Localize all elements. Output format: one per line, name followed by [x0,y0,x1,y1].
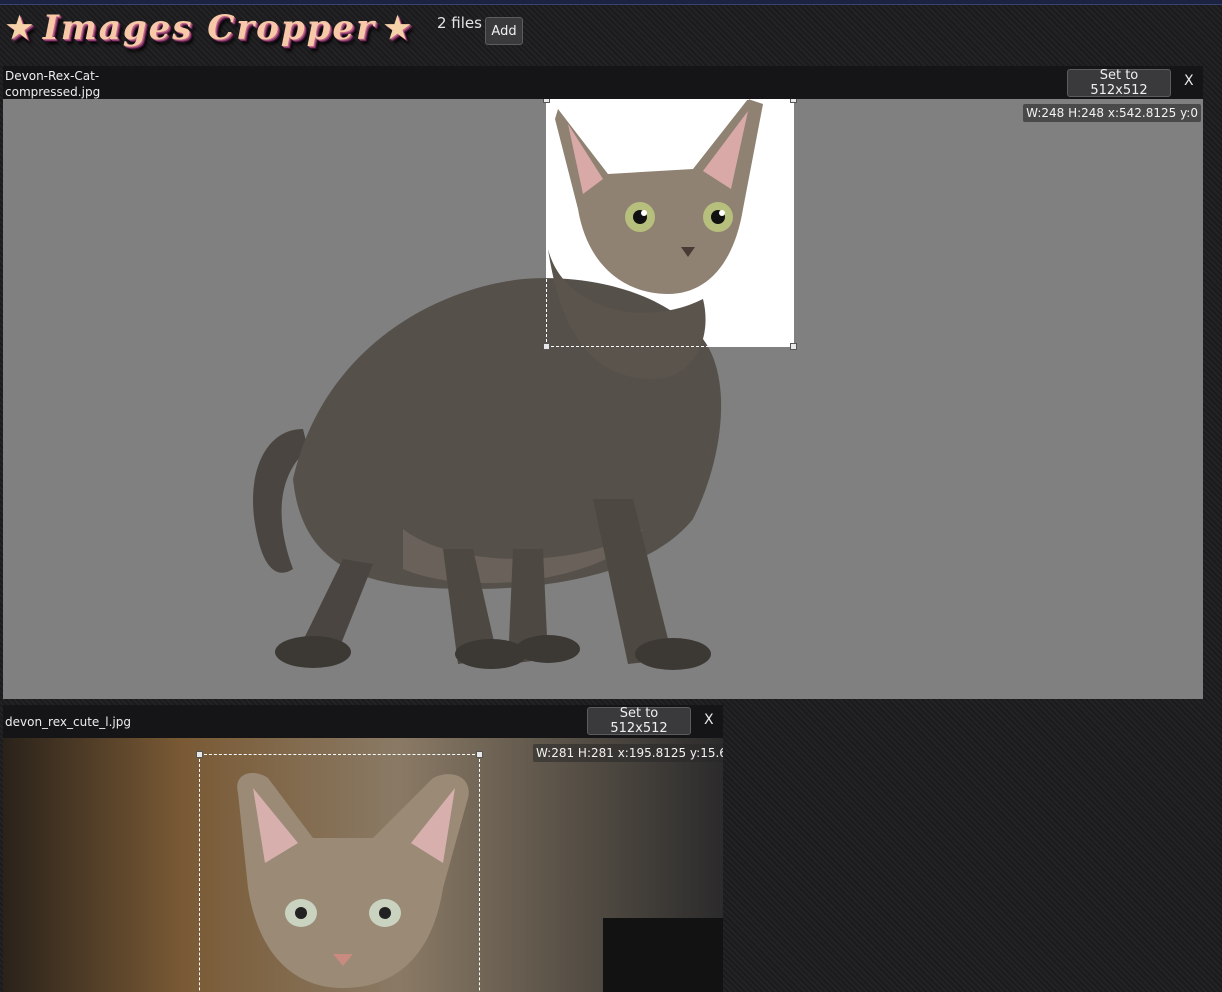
crop-handle-icon[interactable] [790,343,797,350]
crop-info: W:281 H:281 x:195.8125 y:15.625 [533,744,723,762]
star-icon: ★ [6,10,35,46]
file-name: devon_rex_cute_l.jpg [5,715,131,729]
add-button[interactable]: Add [485,17,523,45]
file-panel: devon_rex_cute_l.jpg Set to 512x512 X W:… [3,705,723,992]
crop-info: W:248 H:248 x:542.8125 y:0 [1023,104,1201,122]
file-name: Devon-Rex-Cat-compressed.jpg [5,69,101,99]
file-panel: Devon-Rex-Cat-compressed.jpg Set to 512x… [3,66,1203,699]
close-icon[interactable]: X [704,712,714,728]
crop-handle-icon[interactable] [790,99,797,103]
crop-handle-icon[interactable] [476,751,483,758]
app-header: ★ Images Cropper ★ 2 files Add [0,5,1222,48]
app-logo: ★ Images Cropper ★ [6,7,413,49]
crop-stage[interactable]: W:281 H:281 x:195.8125 y:15.625 [3,738,723,992]
crop-stage[interactable]: W:248 H:248 x:542.8125 y:0 [3,99,1203,699]
set-512-button[interactable]: Set to 512x512 [587,706,691,736]
file-count: 2 files [437,14,482,32]
set-512-button[interactable]: Set to 512x512 [1067,68,1171,98]
close-icon[interactable]: X [1184,73,1194,89]
star-icon: ★ [383,10,413,46]
file-panel-toolbar: devon_rex_cute_l.jpg Set to 512x512 X [3,705,723,738]
crop-handle-icon[interactable] [543,343,550,350]
app-title: Images Cropper [42,8,376,48]
crop-handle-icon[interactable] [196,751,203,758]
crop-selection[interactable] [543,99,797,350]
file-panel-toolbar: Devon-Rex-Cat-compressed.jpg Set to 512x… [3,66,1203,99]
crop-selection[interactable] [196,751,483,992]
crop-handle-icon[interactable] [543,99,550,103]
